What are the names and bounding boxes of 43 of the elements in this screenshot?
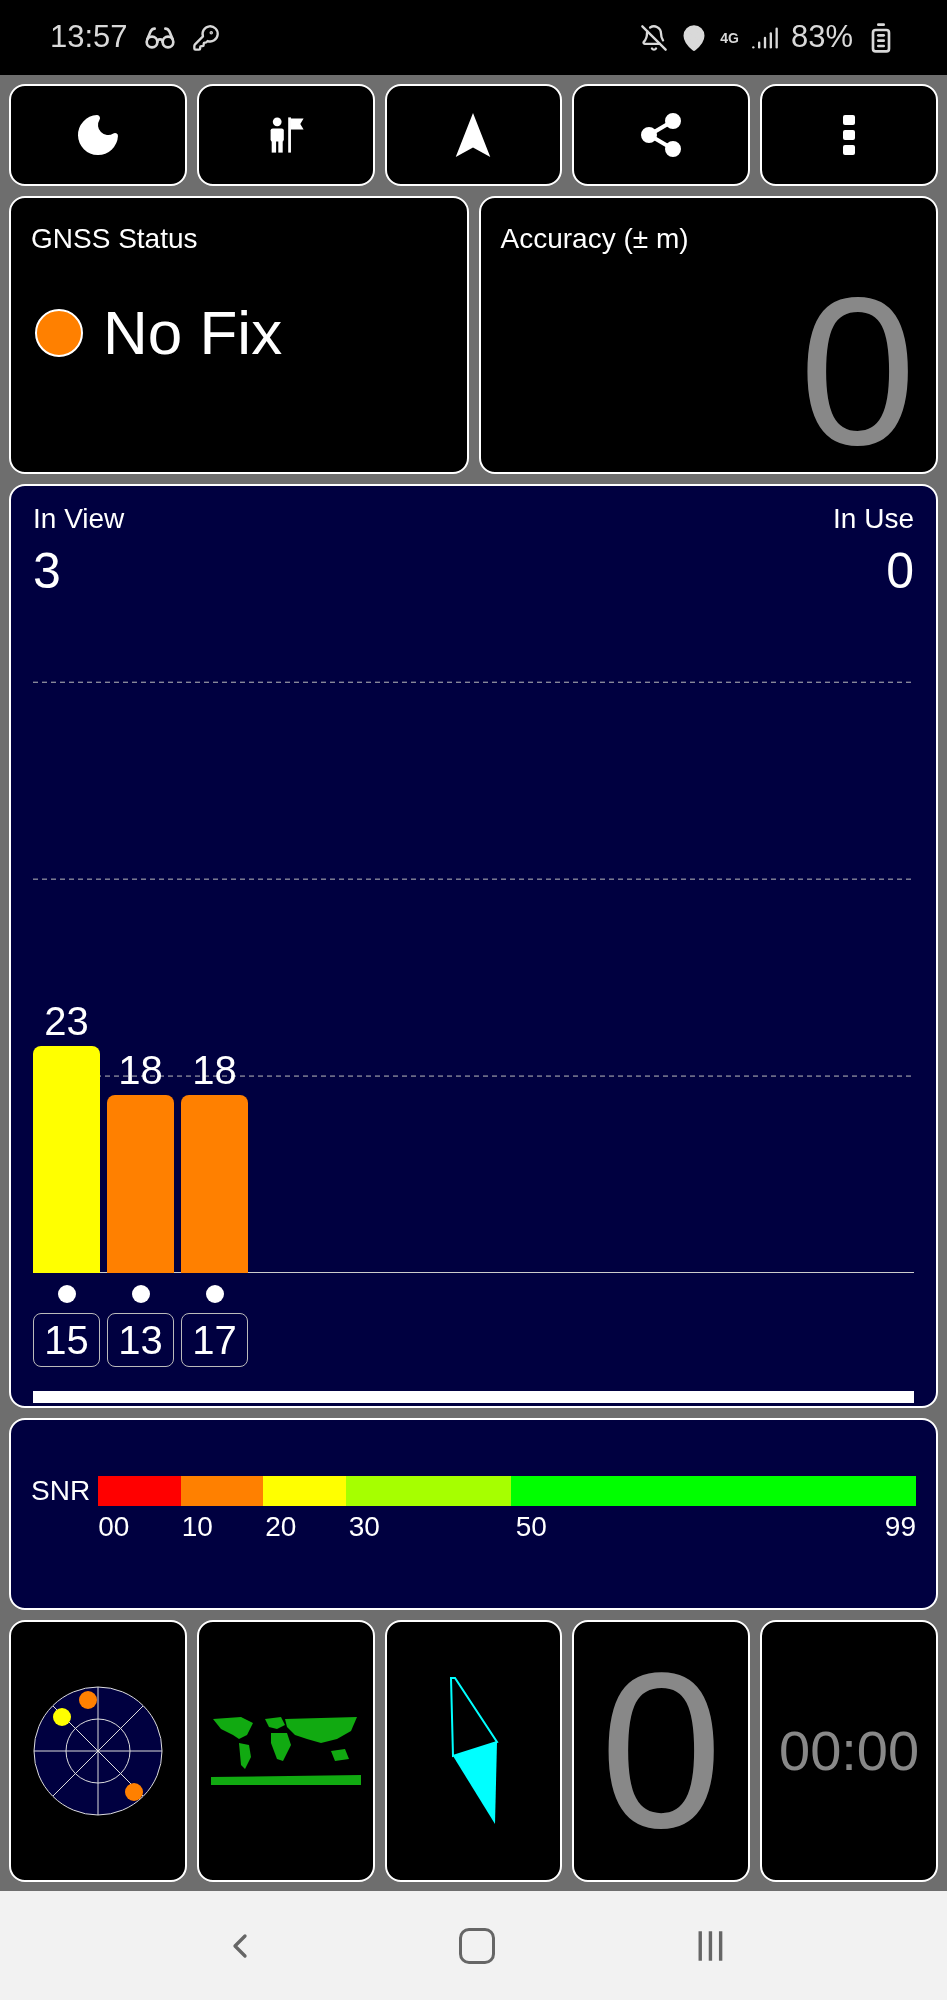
satellite-dot <box>52 1708 71 1726</box>
snr-label: SNR <box>31 1476 91 1506</box>
bar-value-label: 23 <box>44 998 89 1046</box>
bar-value-label: 18 <box>118 1047 163 1095</box>
in-view-label: In View <box>33 502 125 536</box>
network-type: 4G <box>720 30 739 45</box>
home-button[interactable] <box>458 1928 495 1964</box>
toolbar-button[interactable] <box>760 84 938 186</box>
fix-status: No Fix <box>103 302 283 364</box>
mute-icon <box>640 23 669 52</box>
snr-tick-label: 20 <box>265 1510 297 1544</box>
snr-tick-label: 10 <box>181 1510 213 1544</box>
toolbar-button[interactable] <box>9 84 187 186</box>
snr-tick-label: 30 <box>348 1510 380 1544</box>
snr-tick-label: 99 <box>884 1510 916 1544</box>
toolbar-button[interactable] <box>384 84 563 186</box>
in-use-count: 0 <box>886 542 914 601</box>
accuracy-value: 0 <box>799 272 916 472</box>
snr-tick-label: 50 <box>515 1510 547 1544</box>
timer-tile[interactable]: 00:00 <box>760 1620 938 1882</box>
clock-time: 13:57 <box>50 18 128 57</box>
sky-plot-tile[interactable] <box>9 1620 187 1882</box>
key-icon <box>191 23 220 52</box>
toolbar-button[interactable] <box>196 84 375 186</box>
in-view-count: 3 <box>33 542 62 601</box>
satellite-dot <box>124 1783 143 1801</box>
satellite-id: 17 <box>181 1312 248 1367</box>
speed-value: 0 <box>600 1641 723 1861</box>
speed-tile[interactable]: 0 <box>572 1620 751 1882</box>
in-use-label: In Use <box>833 502 914 536</box>
world-map-tile[interactable] <box>196 1620 375 1882</box>
bar-value-label: 18 <box>192 1047 237 1095</box>
satellite-id: 15 <box>33 1312 100 1367</box>
satellite-id: 13 <box>107 1312 174 1367</box>
toolbar-button[interactable] <box>572 84 751 186</box>
satellite-dot <box>78 1691 97 1709</box>
timer-value: 00:00 <box>779 1723 920 1779</box>
compass-tile[interactable] <box>384 1620 563 1882</box>
battery-percent: 83% <box>790 18 853 57</box>
snr-tick-label: 00 <box>98 1510 130 1544</box>
card-label: GNSS Status <box>31 222 199 256</box>
menu-icon <box>843 115 856 155</box>
card-label: Accuracy (± m) <box>500 222 690 256</box>
